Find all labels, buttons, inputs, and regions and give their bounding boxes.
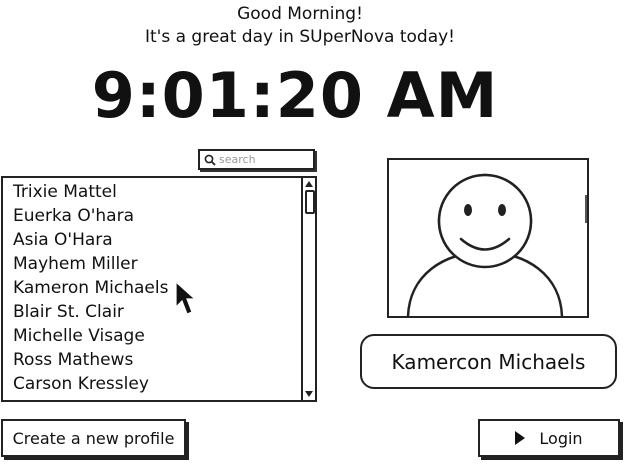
list-item[interactable]: Asia O'Hara (13, 228, 301, 252)
profile-photo (387, 158, 589, 318)
list-item[interactable]: Carson Kressley (13, 372, 301, 396)
list-item[interactable]: Kameron Michaels (13, 276, 301, 300)
list-item[interactable]: Blair St. Clair (13, 300, 301, 324)
avatar-placeholder-icon (406, 173, 564, 316)
mouse-pointer-icon (175, 281, 197, 315)
clock-display: 9:01:20 AM (91, 59, 499, 132)
search-icon (204, 154, 216, 166)
list-item[interactable]: Ross Mathews (13, 348, 301, 372)
login-button[interactable]: Login (478, 419, 620, 457)
list-item[interactable]: Euerka O'hara (13, 204, 301, 228)
greeting-header: Good Morning! It's a great day in SUperN… (0, 3, 600, 49)
login-label: Login (539, 428, 583, 448)
create-profile-button[interactable]: Create a new profile (1, 419, 186, 457)
search-input[interactable] (216, 153, 307, 166)
profile-list-items: Trixie Mattel Euerka O'hara Asia O'Hara … (13, 180, 301, 396)
scroll-down-icon[interactable] (304, 389, 314, 399)
tagline-text: It's a great day in SUperNova today! (145, 27, 455, 47)
profile-list[interactable]: Trixie Mattel Euerka O'hara Asia O'Hara … (1, 176, 317, 402)
play-icon (515, 431, 526, 445)
greeting-text: Good Morning! (237, 4, 363, 24)
list-scrollbar[interactable] (301, 178, 315, 400)
list-item[interactable]: Trixie Mattel (13, 180, 301, 204)
photo-scroll-indicator (585, 195, 587, 223)
scroll-up-icon[interactable] (304, 179, 314, 189)
search-box[interactable] (198, 149, 315, 170)
list-item[interactable]: Mayhem Miller (13, 252, 301, 276)
scrollbar-thumb[interactable] (305, 190, 315, 214)
selected-profile-name: Kamercon Michaels (360, 334, 617, 389)
list-item[interactable]: Michelle Visage (13, 324, 301, 348)
